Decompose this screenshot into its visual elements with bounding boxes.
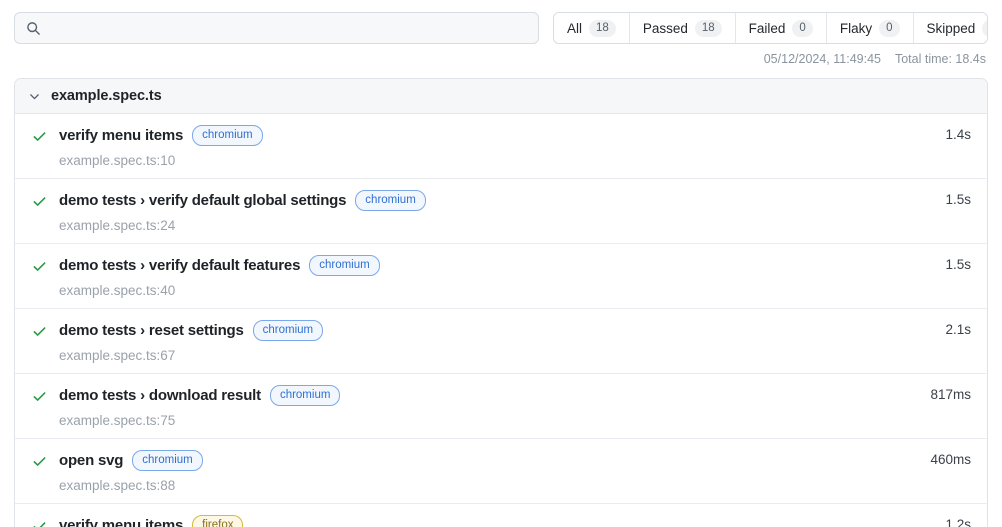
test-location: example.spec.ts:10: [59, 153, 176, 168]
test-title: demo tests › verify default global setti…: [59, 192, 347, 209]
test-title-line: demo tests › download result chromium: [59, 385, 909, 406]
filter-label: All: [567, 20, 583, 36]
filter-label: Failed: [748, 20, 786, 36]
table-row[interactable]: verify menu items firefox example.spec.t…: [15, 504, 987, 527]
project-badge: chromium: [192, 125, 263, 146]
filter-count: 18: [694, 19, 722, 37]
project-badge: chromium: [252, 320, 324, 341]
test-location: example.spec.ts:88: [59, 478, 176, 493]
filter-label: Skipped: [926, 20, 976, 36]
test-duration: 1.5s: [945, 192, 971, 207]
test-title: verify menu items: [59, 517, 184, 527]
test-duration: 2.1s: [945, 322, 971, 337]
report-timestamp: 05/12/2024, 11:49:45: [763, 52, 881, 66]
search-input[interactable]: [49, 14, 528, 42]
spec-file-name: example.spec.ts: [51, 88, 162, 104]
test-title-line: verify menu items chromium: [59, 125, 909, 146]
table-row[interactable]: open svg chromium example.spec.ts:88 460…: [15, 439, 987, 504]
spec-file-header[interactable]: example.spec.ts: [15, 79, 987, 114]
check-icon: [31, 518, 47, 527]
test-info: verify menu items firefox example.spec.t…: [59, 515, 909, 527]
filter-count: 0: [879, 19, 900, 37]
test-info: demo tests › verify default global setti…: [59, 190, 909, 233]
filter-tab-flaky[interactable]: Flaky 0: [826, 13, 914, 43]
test-location: example.spec.ts:24: [59, 218, 176, 233]
filter-label: Passed: [642, 20, 688, 36]
test-info: verify menu items chromium example.spec.…: [59, 125, 909, 168]
test-duration: 1.5s: [945, 257, 971, 272]
check-icon: [31, 128, 47, 144]
test-info: demo tests › verify default features chr…: [59, 255, 909, 298]
test-title: demo tests › download result: [59, 387, 261, 404]
table-row[interactable]: demo tests › verify default features chr…: [15, 244, 987, 309]
spec-file-card: example.spec.ts verify menu items chromi…: [14, 78, 988, 527]
check-icon: [31, 323, 47, 339]
test-info: open svg chromium example.spec.ts:88: [59, 450, 909, 493]
project-badge: chromium: [132, 450, 203, 471]
filter-count: 0: [792, 19, 813, 37]
filter-tab-failed[interactable]: Failed 0: [735, 13, 827, 43]
filter-tabs: All 18 Passed 18 Failed 0 Flaky 0 Skippe…: [553, 12, 988, 44]
check-icon: [31, 258, 47, 274]
check-icon: [31, 453, 47, 469]
project-badge: chromium: [309, 255, 380, 276]
test-title-line: demo tests › verify default features chr…: [59, 255, 909, 276]
test-title: open svg: [59, 452, 124, 469]
test-title: demo tests › verify default features: [59, 257, 301, 274]
test-duration: 1.2s: [945, 517, 971, 527]
table-row[interactable]: demo tests › verify default global setti…: [15, 179, 987, 244]
test-title-line: verify menu items firefox: [59, 515, 909, 527]
test-location: example.spec.ts:67: [59, 348, 176, 363]
test-title-line: demo tests › verify default global setti…: [59, 190, 909, 211]
check-icon: [31, 388, 47, 404]
filter-tab-all[interactable]: All 18: [554, 13, 630, 43]
test-title-line: open svg chromium: [59, 450, 909, 471]
test-duration: 460ms: [930, 452, 971, 467]
filter-count: 0: [982, 19, 987, 37]
test-duration: 1.4s: [945, 127, 971, 142]
filter-tab-skipped[interactable]: Skipped 0: [913, 13, 987, 43]
table-row[interactable]: demo tests › reset settings chromium exa…: [15, 309, 987, 374]
test-location: example.spec.ts:40: [59, 283, 176, 298]
table-row[interactable]: demo tests › download result chromium ex…: [15, 374, 987, 439]
filter-label: Flaky: [839, 20, 873, 36]
filter-count: 18: [589, 19, 616, 37]
test-list: verify menu items chromium example.spec.…: [15, 114, 987, 527]
chevron-down-icon[interactable]: [27, 89, 41, 103]
test-title: verify menu items: [59, 127, 184, 144]
test-duration: 817ms: [930, 387, 971, 402]
project-badge: chromium: [269, 385, 341, 406]
project-badge: firefox: [192, 515, 244, 527]
test-title-line: demo tests › reset settings chromium: [59, 320, 909, 341]
test-report-page: All 18 Passed 18 Failed 0 Flaky 0 Skippe…: [0, 0, 1002, 527]
project-badge: chromium: [355, 190, 426, 211]
report-meta: 05/12/2024, 11:49:45 Total time: 18.4s: [0, 44, 1002, 66]
search-box[interactable]: [14, 12, 539, 44]
report-total-time: Total time: 18.4s: [894, 52, 986, 66]
table-row[interactable]: verify menu items chromium example.spec.…: [15, 114, 987, 179]
test-info: demo tests › reset settings chromium exa…: [59, 320, 909, 363]
test-info: demo tests › download result chromium ex…: [59, 385, 909, 428]
filter-tab-passed[interactable]: Passed 18: [629, 13, 736, 43]
search-icon: [25, 20, 41, 36]
test-location: example.spec.ts:75: [59, 413, 176, 428]
test-title: demo tests › reset settings: [59, 322, 244, 339]
check-icon: [31, 193, 47, 209]
toolbar: All 18 Passed 18 Failed 0 Flaky 0 Skippe…: [0, 0, 1002, 44]
